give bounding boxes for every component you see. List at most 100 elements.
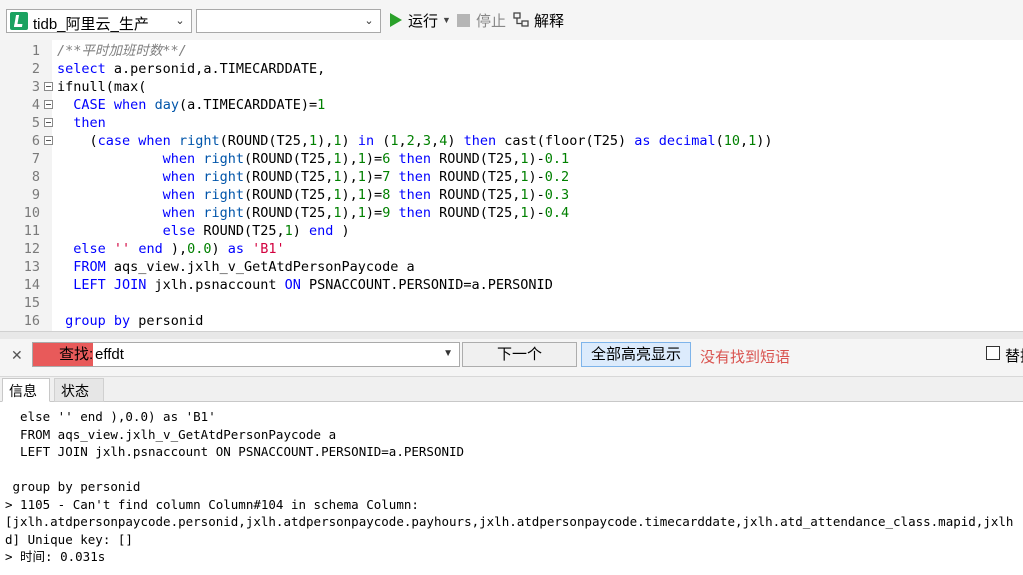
code-token: ) <box>447 133 464 149</box>
play-icon <box>390 13 402 27</box>
line-number: 10 <box>23 205 40 221</box>
code-token: ON <box>284 277 301 293</box>
code-token: 0.4 <box>544 205 570 221</box>
code-text: else ROUND(T25,1) end ) <box>57 222 350 240</box>
code-token: 1 <box>333 133 342 149</box>
find-status: 没有找到短语 <box>700 349 791 366</box>
find-bar: ✕ 查找: ▼ 下一个 全部高亮显示 没有找到短语 替换 <box>0 339 1023 377</box>
code-token: )= <box>365 151 383 167</box>
find-box[interactable]: 查找: ▼ <box>32 342 460 367</box>
code-text: select a.personid,a.TIMECARDDATE, <box>57 60 325 78</box>
fold-toggle-icon[interactable] <box>44 100 53 109</box>
output-line: group by personid <box>5 479 141 494</box>
tab-info[interactable]: 信息 <box>2 378 50 402</box>
code-token: 1 <box>357 187 366 203</box>
code-token: 1 <box>520 151 529 167</box>
code-token: )) <box>756 133 773 149</box>
code-token: PSNACCOUNT.PERSONID=a.PERSONID <box>300 277 553 293</box>
run-dropdown-icon[interactable]: ▼ <box>442 15 451 25</box>
code-token: ) <box>211 241 228 257</box>
line-number: 2 <box>31 61 40 77</box>
code-token: in <box>357 133 375 149</box>
toolbar: tidb_阿里云_生产 ⌄ ⌄ 运行 ▼ 停止 解释 <box>0 0 1023 40</box>
code-token: when <box>138 133 171 149</box>
code-token: right <box>203 205 244 221</box>
code-token: ( <box>374 133 391 149</box>
code-text: ifnull(max( <box>57 78 146 96</box>
find-label: 查找: <box>33 343 93 366</box>
code-token: )= <box>365 205 383 221</box>
code-token: )- <box>528 151 545 167</box>
connection-select[interactable]: tidb_阿里云_生产 ⌄ <box>6 9 192 33</box>
code-token: )- <box>528 187 545 203</box>
code-token: then <box>398 187 431 203</box>
code-token: , <box>398 133 407 149</box>
run-button[interactable]: 运行 ▼ <box>390 9 451 31</box>
replace-checkbox[interactable] <box>986 346 1000 360</box>
code-token: ) <box>341 133 358 149</box>
stop-button[interactable]: 停止 <box>457 9 506 31</box>
code-token: (ROUND(T25, <box>243 151 334 167</box>
code-token: ), <box>341 151 358 167</box>
highlight-all-button[interactable]: 全部高亮显示 <box>581 342 691 367</box>
line-number: 11 <box>23 223 40 239</box>
code-token: group by <box>65 313 131 329</box>
line-number: 4 <box>31 97 40 113</box>
code-token: (ROUND(T25, <box>219 133 309 149</box>
code-token: ), <box>162 241 188 257</box>
code-token: '' <box>113 241 131 257</box>
code-token: ), <box>341 187 358 203</box>
code-token: 1 <box>333 151 342 167</box>
splitter[interactable] <box>0 331 1023 339</box>
code-token: when <box>162 187 196 203</box>
fold-toggle-icon[interactable] <box>44 136 53 145</box>
code-token: , <box>740 133 749 149</box>
code-token: LEFT JOIN <box>73 277 147 293</box>
tab-status[interactable]: 状态 <box>54 378 104 402</box>
code-token: ROUND(T25, <box>430 205 521 221</box>
connection-label: tidb_阿里云_生产 <box>33 16 149 33</box>
code-token: /**平时加班时数**/ <box>57 43 187 59</box>
fold-toggle-icon[interactable] <box>44 82 53 91</box>
find-input[interactable] <box>95 343 455 366</box>
close-icon[interactable]: ✕ <box>11 347 23 364</box>
find-next-button[interactable]: 下一个 <box>462 342 577 367</box>
line-number: 1 <box>31 43 40 59</box>
code-token: )- <box>528 205 545 221</box>
code-token: 2 <box>406 133 415 149</box>
stop-label: 停止 <box>476 12 507 30</box>
code-text: LEFT JOIN jxlh.psnaccount ON PSNACCOUNT.… <box>57 276 553 294</box>
chevron-down-icon: ⌄ <box>175 15 185 27</box>
code-text: CASE when day(a.TIMECARDDATE)=1 <box>57 96 325 114</box>
line-number: 5 <box>31 115 40 131</box>
fold-toggle-icon[interactable] <box>44 118 53 127</box>
code-token: 'B1' <box>252 241 285 257</box>
code-token: 1 <box>317 97 326 113</box>
explain-icon <box>513 12 529 27</box>
chevron-down-icon[interactable]: ▼ <box>443 348 453 359</box>
code-token: select <box>57 61 106 77</box>
sql-editor[interactable]: 1 /**平时加班时数**/ 2 select a.personid,a.TIMECA… <box>0 40 1023 331</box>
code-token: day <box>154 97 179 113</box>
line-number: 12 <box>23 241 40 257</box>
code-token: 1 <box>357 205 366 221</box>
output-line: [jxlh.atdpersonpaycode.personid,jxlh.atd… <box>5 514 1014 529</box>
chevron-down-icon: ⌄ <box>364 15 374 27</box>
database-select[interactable]: ⌄ <box>196 9 381 33</box>
code-token: ROUND(T25, <box>430 151 521 167</box>
code-token: 1 <box>520 205 529 221</box>
explain-button[interactable]: 解释 <box>513 9 564 31</box>
line-number: 9 <box>31 187 40 203</box>
code-token: 1 <box>357 151 366 167</box>
code-token: case <box>97 133 131 149</box>
code-token: 1 <box>520 169 529 185</box>
code-token: when <box>113 97 147 113</box>
output-line: FROM aqs_view.jxlh_v_GetAtdPersonPaycode… <box>5 426 337 442</box>
